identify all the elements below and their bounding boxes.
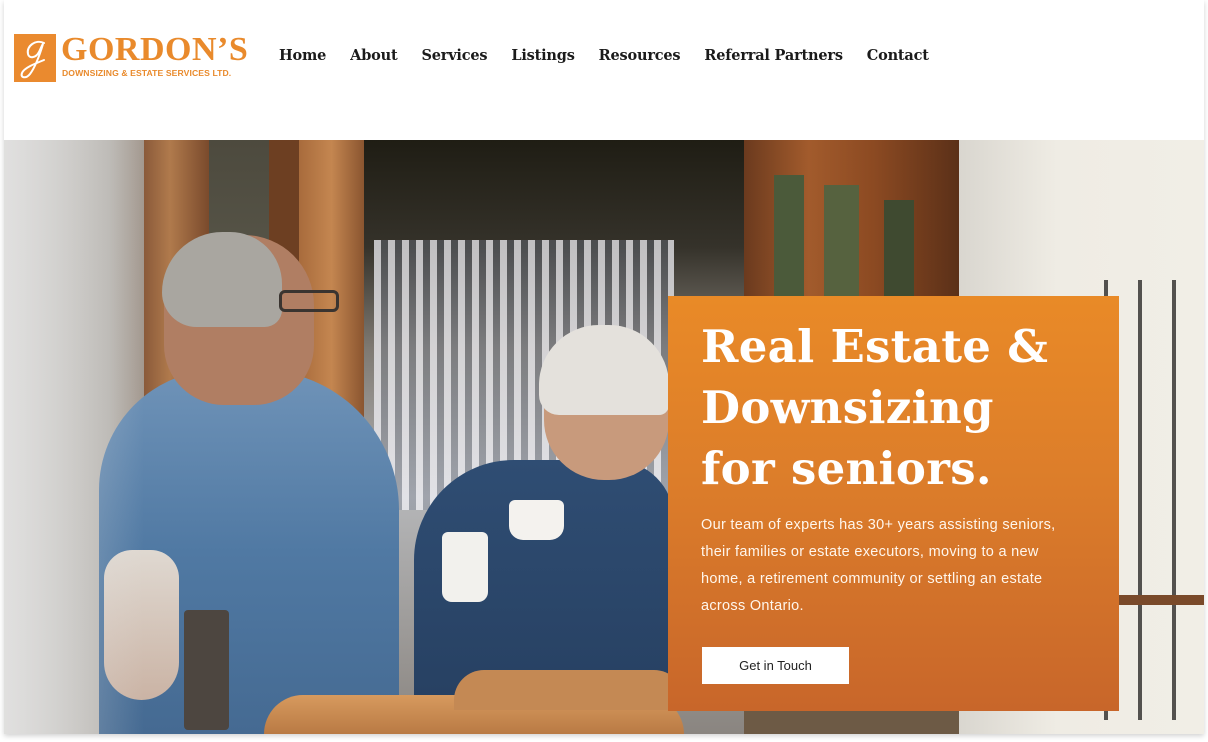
hero-title-line: Downsizing (701, 381, 994, 434)
hero-title-line: Real Estate & (701, 320, 1049, 373)
nav-home[interactable]: Home (279, 46, 326, 66)
brand-tagline: DOWNSIZING & ESTATE SERVICES LTD. (62, 68, 232, 78)
browser-page: GORDON’S DOWNSIZING & ESTATE SERVICES LT… (4, 0, 1204, 734)
main-nav: Home About Services Listings Resources R… (279, 46, 953, 66)
nav-services[interactable]: Services (421, 46, 487, 66)
monogram-icon (14, 34, 56, 82)
hero-section: Real Estate & Downsizing for seniors. Ou… (4, 140, 1204, 734)
get-in-touch-button[interactable]: Get in Touch (702, 647, 849, 684)
nav-referral-partners[interactable]: Referral Partners (704, 46, 843, 66)
hero-title-line: for seniors. (701, 442, 992, 495)
brand-name: GORDON’S (61, 31, 249, 68)
nav-about[interactable]: About (350, 46, 398, 66)
hero-card: Real Estate & Downsizing for seniors. Ou… (668, 296, 1119, 711)
hero-description: Our team of experts has 30+ years assist… (701, 517, 1056, 614)
nav-contact[interactable]: Contact (867, 46, 929, 66)
monogram-g-icon (20, 40, 45, 79)
nav-resources[interactable]: Resources (599, 46, 681, 66)
nav-listings[interactable]: Listings (511, 46, 575, 66)
hero-title: Real Estate & Downsizing for seniors. (701, 316, 1101, 499)
site-logo[interactable]: GORDON’S DOWNSIZING & ESTATE SERVICES LT… (14, 31, 250, 84)
site-header: GORDON’S DOWNSIZING & ESTATE SERVICES LT… (4, 0, 1204, 140)
